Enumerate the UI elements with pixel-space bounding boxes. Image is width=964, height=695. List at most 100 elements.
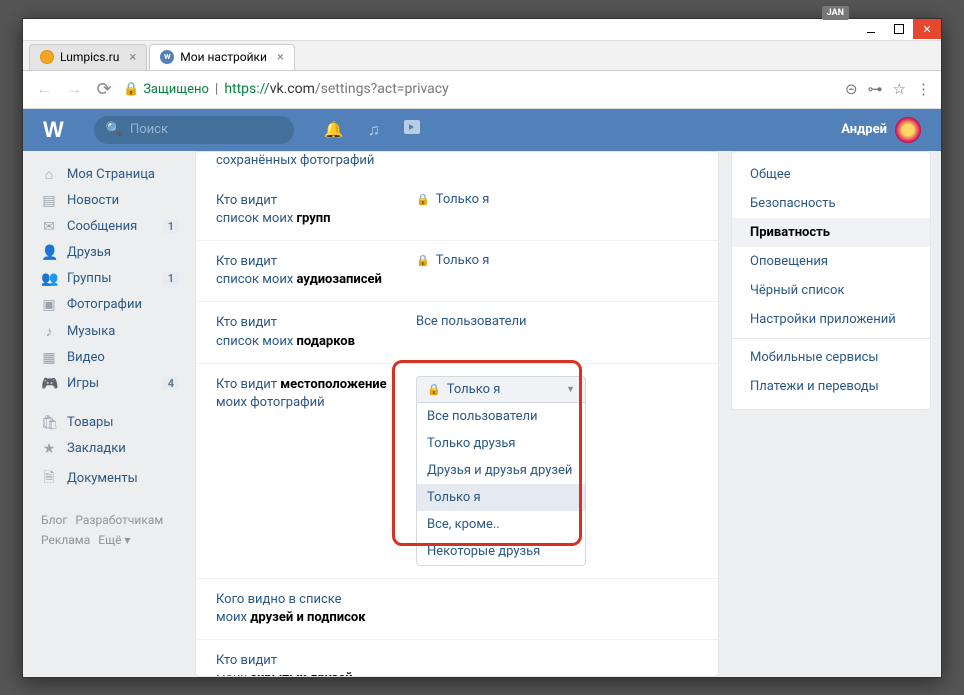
incognito-icon[interactable]: ⊝: [845, 80, 858, 98]
bag-icon: 🛍: [41, 415, 57, 431]
settings-main-panel: сохранённых фотографий Кто видитсписок м…: [195, 151, 719, 677]
window-maximize-button[interactable]: [885, 19, 913, 39]
news-icon: ▤: [41, 193, 57, 209]
groups-icon: 👥: [41, 271, 57, 287]
settings-tab-security[interactable]: Безопасность: [732, 189, 930, 218]
setting-row-groups: Кто видитсписок моих групп 🔒Только я: [196, 180, 718, 241]
footer-more[interactable]: Ещё ▾: [98, 533, 130, 547]
url-host: vk.com: [270, 81, 315, 97]
nav-videos[interactable]: ▦Видео: [33, 345, 183, 371]
home-icon: ⌂: [41, 166, 57, 183]
vk-favicon: w: [160, 50, 174, 64]
nav-documents[interactable]: 🗎Документы: [33, 462, 183, 496]
dropdown-option-only-me[interactable]: Только я: [417, 484, 585, 511]
tab-label: Мои настройки: [180, 50, 267, 64]
header-user-menu[interactable]: Андрей: [841, 117, 921, 143]
settings-tab-general[interactable]: Общее: [732, 160, 930, 189]
lock-icon: 🔒: [427, 383, 441, 396]
settings-sidebar: Общее Безопасность Приватность Оповещени…: [731, 151, 931, 410]
dropdown-option-except[interactable]: Все, кроме..: [417, 511, 585, 538]
nav-friends[interactable]: 👤Друзья: [33, 240, 183, 266]
setting-row-location: Кто видит местоположениемоих фотографий …: [196, 364, 718, 579]
badge-count: 4: [163, 377, 179, 390]
nav-forward-button[interactable]: →: [63, 78, 85, 100]
settings-tab-privacy[interactable]: Приватность: [732, 218, 930, 247]
dropdown-option-friends[interactable]: Только друзья: [417, 430, 585, 457]
friends-icon: 👤: [41, 245, 57, 261]
tab-close-icon[interactable]: ×: [277, 50, 284, 65]
nav-reload-button[interactable]: ⟳: [93, 78, 115, 100]
bookmark-icon: ★: [41, 441, 57, 457]
key-icon[interactable]: ⊶: [868, 80, 883, 98]
badge-count: 1: [163, 272, 179, 285]
tab-lumpics[interactable]: Lumpics.ru ×: [29, 44, 147, 70]
search-placeholder: Поиск: [130, 122, 168, 137]
nav-messages[interactable]: ✉Сообщения1: [33, 214, 183, 240]
music-note-icon[interactable]: ♫: [368, 120, 380, 140]
setting-row-subscriptions: Кого видно в спискемоих друзей и подписо…: [196, 579, 718, 640]
location-privacy-dropdown[interactable]: 🔒 Только я ▼ Все пользователи Только дру…: [416, 376, 586, 566]
setting-row-gifts: Кто видитсписок моих подарков Все пользо…: [196, 302, 718, 363]
bookmark-star-icon[interactable]: ☆: [893, 80, 906, 98]
setting-value-gifts[interactable]: Все пользователи: [416, 314, 527, 329]
dropdown-selected[interactable]: 🔒 Только я ▼: [416, 376, 586, 403]
footer-ads[interactable]: Реклама: [41, 533, 90, 547]
address-bar: ← → ⟳ 🔒 Защищено | https://vk.com/settin…: [23, 71, 941, 109]
nav-groups[interactable]: 👥Группы1: [33, 266, 183, 292]
search-icon: 🔍: [106, 122, 122, 137]
camera-icon: ▣: [41, 297, 57, 313]
vk-logo[interactable]: W: [43, 117, 64, 143]
nav-games[interactable]: 🎮Игры4: [33, 371, 183, 397]
setting-value-audio[interactable]: 🔒Только я: [416, 253, 489, 268]
left-navigation: ⌂Моя Страница ▤Новости ✉Сообщения1 👤Друз…: [33, 151, 183, 677]
search-input[interactable]: 🔍 Поиск: [94, 116, 294, 144]
url-protocol: https://: [224, 81, 269, 97]
url-path: /settings?act=privacy: [315, 81, 449, 97]
nav-back-button[interactable]: ←: [33, 78, 55, 100]
dropdown-option-fof[interactable]: Друзья и друзья друзей: [417, 457, 585, 484]
nav-photos[interactable]: ▣Фотографии: [33, 292, 183, 318]
header-username: Андрей: [841, 122, 887, 137]
nav-my-page[interactable]: ⌂Моя Страница: [33, 161, 183, 188]
jan-badge: JAN: [822, 6, 849, 20]
tab-close-icon[interactable]: ×: [129, 50, 136, 65]
setting-row-audio: Кто видитсписок моих аудиозаписей 🔒Тольк…: [196, 241, 718, 302]
url-input[interactable]: 🔒 Защищено | https://vk.com/settings?act…: [123, 81, 837, 97]
settings-tab-notifications[interactable]: Оповещения: [732, 247, 930, 276]
video-icon: ▦: [41, 350, 57, 366]
window-close-button[interactable]: ✕: [913, 19, 941, 39]
footer-blog[interactable]: Блог: [41, 513, 67, 527]
play-icon[interactable]: [404, 120, 420, 134]
nav-market[interactable]: 🛍Товары: [33, 410, 183, 436]
settings-tab-blacklist[interactable]: Чёрный список: [732, 276, 930, 305]
messages-icon: ✉: [41, 219, 57, 235]
dropdown-option-all[interactable]: Все пользователи: [417, 403, 585, 430]
window-titlebar: ✕: [23, 19, 941, 41]
notifications-bell-icon[interactable]: 🔔: [324, 120, 344, 140]
games-icon: 🎮: [41, 376, 57, 392]
setting-value-groups[interactable]: 🔒Только я: [416, 192, 489, 207]
tab-label: Lumpics.ru: [60, 50, 119, 64]
chevron-down-icon: ▼: [566, 384, 575, 395]
menu-dots-icon[interactable]: ⋮: [916, 80, 931, 98]
window-minimize-button[interactable]: [857, 19, 885, 39]
footer-developers[interactable]: Разработчикам: [75, 513, 163, 527]
dropdown-option-some[interactable]: Некоторые друзья: [417, 538, 585, 565]
lumpics-favicon: [40, 50, 54, 64]
nav-music[interactable]: ♪Музыка: [33, 318, 183, 345]
header-avatar: [895, 117, 921, 143]
browser-window: ✕ Lumpics.ru × w Мои настройки × ← → ⟳ 🔒…: [22, 18, 942, 678]
document-icon: 🗎: [41, 467, 57, 491]
nav-bookmarks[interactable]: ★Закладки: [33, 436, 183, 462]
vk-header-bar: W 🔍 Поиск 🔔 ♫ Андрей: [23, 109, 941, 151]
dropdown-menu: Все пользователи Только друзья Друзья и …: [416, 403, 586, 566]
lock-icon: 🔒 Защищено: [123, 82, 209, 97]
tab-vk-settings[interactable]: w Мои настройки ×: [149, 44, 295, 70]
lock-icon: 🔒: [416, 254, 430, 267]
settings-tab-payments[interactable]: Платежи и переводы: [732, 372, 930, 401]
setting-row-saved-photos-partial: сохранённых фотографий: [196, 152, 718, 180]
badge-count: 1: [163, 220, 179, 233]
settings-tab-mobile[interactable]: Мобильные сервисы: [732, 343, 930, 372]
nav-news[interactable]: ▤Новости: [33, 188, 183, 214]
settings-tab-apps[interactable]: Настройки приложений: [732, 305, 930, 334]
